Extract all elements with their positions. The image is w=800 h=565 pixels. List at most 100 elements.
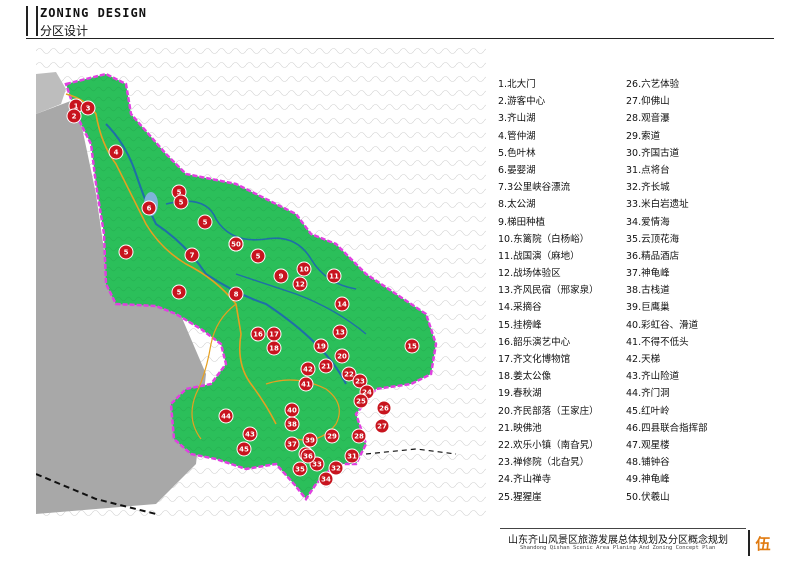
marker-label: 42: [303, 366, 313, 374]
map-marker: 5: [171, 284, 187, 300]
marker-label: 26: [379, 405, 389, 413]
map-marker: 27: [374, 418, 390, 434]
map-marker: 44: [218, 408, 234, 424]
map-marker: 20: [334, 348, 350, 364]
marker-label: 5: [177, 289, 182, 297]
legend-item: 24.齐山禅寺: [498, 474, 552, 486]
map-marker: 11: [326, 268, 342, 284]
legend-item: 45.红叶岭: [626, 405, 670, 417]
legend-item: 26.六艺体验: [626, 79, 680, 90]
footer-title-en: Shandong Qishan Scenic Area Planing And …: [520, 545, 716, 551]
legend-item: 42.天梯: [626, 354, 661, 365]
marker-label: 34: [321, 476, 331, 484]
legend-item: 6.晏婴湖: [498, 164, 536, 176]
map-marker: 43: [242, 426, 258, 442]
marker-label: 27: [377, 423, 387, 431]
title-en: ZONING DESIGN: [40, 6, 147, 20]
marker-label: 12: [295, 281, 305, 289]
map-marker: 40: [284, 402, 300, 418]
map-marker: 3: [80, 100, 96, 116]
marker-label: 19: [316, 343, 326, 351]
map-marker: 13: [332, 324, 348, 340]
map-marker: 29: [324, 428, 340, 444]
marker-label: 35: [295, 466, 305, 474]
marker-label: 11: [329, 273, 339, 281]
legend-item: 5.色叶林: [498, 147, 536, 159]
marker-label: 36: [303, 453, 313, 461]
legend-item: 49.神龟峰: [626, 474, 670, 486]
legend-item: 35.云顶花海: [626, 233, 680, 245]
map-marker: 5: [250, 248, 266, 264]
legend-item: 29.索道: [626, 130, 661, 142]
map-marker: 9: [273, 268, 289, 284]
page-box: 伍: [748, 530, 776, 556]
map-marker: 32: [328, 460, 344, 476]
map-marker: 34: [318, 471, 334, 487]
legend-item: 50.伏羲山: [626, 491, 670, 503]
map-marker: 15: [404, 338, 420, 354]
marker-label: 29: [327, 433, 337, 441]
map-marker: 37: [284, 436, 300, 452]
legend-item: 30.齐国古道: [626, 147, 680, 159]
legend-item: 8.太公湖: [498, 199, 536, 211]
marker-label: 18: [269, 345, 279, 353]
legend-item: 4.管仲湖: [498, 130, 536, 142]
title-rule: [26, 38, 774, 39]
marker-label: 14: [337, 301, 347, 309]
marker-label: 37: [287, 441, 297, 449]
marker-label: 44: [221, 413, 231, 421]
map-marker: 35: [292, 461, 308, 477]
legend-item: 33.米白岩遗址: [626, 199, 689, 211]
legend-item: 41.不得不低头: [626, 336, 689, 348]
map-marker: 42: [300, 361, 316, 377]
marker-label: 5: [256, 253, 261, 261]
legend-item: 46.四县联合指挥部: [626, 422, 708, 434]
map-marker: 36: [300, 448, 316, 464]
page-number: 伍: [755, 534, 771, 553]
marker-label: 4: [114, 149, 119, 157]
legend-item: 3.齐山湖: [498, 113, 536, 125]
map-marker: 18: [266, 340, 282, 356]
legend-item: 25.猩猩崖: [498, 491, 542, 503]
map-marker: 17: [266, 326, 282, 342]
legend-item: 36.精品酒店: [626, 250, 680, 262]
legend-item: 2.游客中心: [498, 96, 546, 108]
legend-column-1: 1.北大门 2.游客中心 3.齐山湖 4.管仲湖 5.色叶林 6.晏婴湖 7.3公里峡谷漂流…: [498, 76, 638, 506]
legend-item: 40.彩虹谷、滑道: [626, 319, 699, 331]
legend: 1.北大门 2.游客中心 3.齐山湖 4.管仲湖 5.色叶林 6.晏婴湖 7.3公里峡谷漂流…: [498, 76, 778, 506]
map-marker: 10: [296, 261, 312, 277]
map-marker: 7: [184, 247, 200, 263]
map-marker: 14: [334, 296, 350, 312]
legend-item: 16.韶乐演艺中心: [498, 336, 571, 348]
marker-label: 25: [356, 398, 366, 406]
marker-label: 43: [245, 431, 255, 439]
map-marker: 50: [228, 236, 244, 252]
marker-label: 8: [234, 291, 239, 299]
marker-label: 5: [203, 219, 208, 227]
legend-item: 43.齐山险道: [626, 371, 680, 383]
legend-item: 14.采摘谷: [498, 302, 542, 314]
legend-item: 18.姜太公像: [498, 371, 552, 383]
header-bar: [26, 6, 38, 36]
marker-label: 31: [347, 453, 357, 461]
map-marker: 31: [344, 448, 360, 464]
legend-item: 44.齐门洞: [626, 388, 670, 400]
map-marker: 2: [66, 108, 82, 124]
map-marker: 16: [250, 326, 266, 342]
legend-item: 34.爱情海: [626, 216, 670, 228]
map-marker: 4: [108, 144, 124, 160]
map-marker: 45: [236, 441, 252, 457]
legend-column-2: 26.六艺体验 27.仰佛山 28.观音瀑 29.索道 30.齐国古道 31.点将台 32.…: [626, 76, 766, 506]
marker-label: 33: [312, 461, 322, 469]
map-svg: 1234555555678910111213141516 1718 19202122…: [36, 44, 486, 524]
legend-item: 12.战场体验区: [498, 268, 561, 280]
legend-item: 22.欢乐小镇（南旮旯）: [498, 439, 599, 451]
map-marker: 12: [292, 276, 308, 292]
legend-item: 28.观音瀑: [626, 113, 670, 125]
map-marker: 41: [298, 376, 314, 392]
marker-label: 2: [72, 113, 77, 121]
map-marker: 5: [197, 214, 213, 230]
marker-label: 23: [355, 378, 365, 386]
legend-item: 9.梯田种植: [498, 216, 546, 228]
legend-item: 7.3公里峡谷漂流: [498, 182, 571, 194]
